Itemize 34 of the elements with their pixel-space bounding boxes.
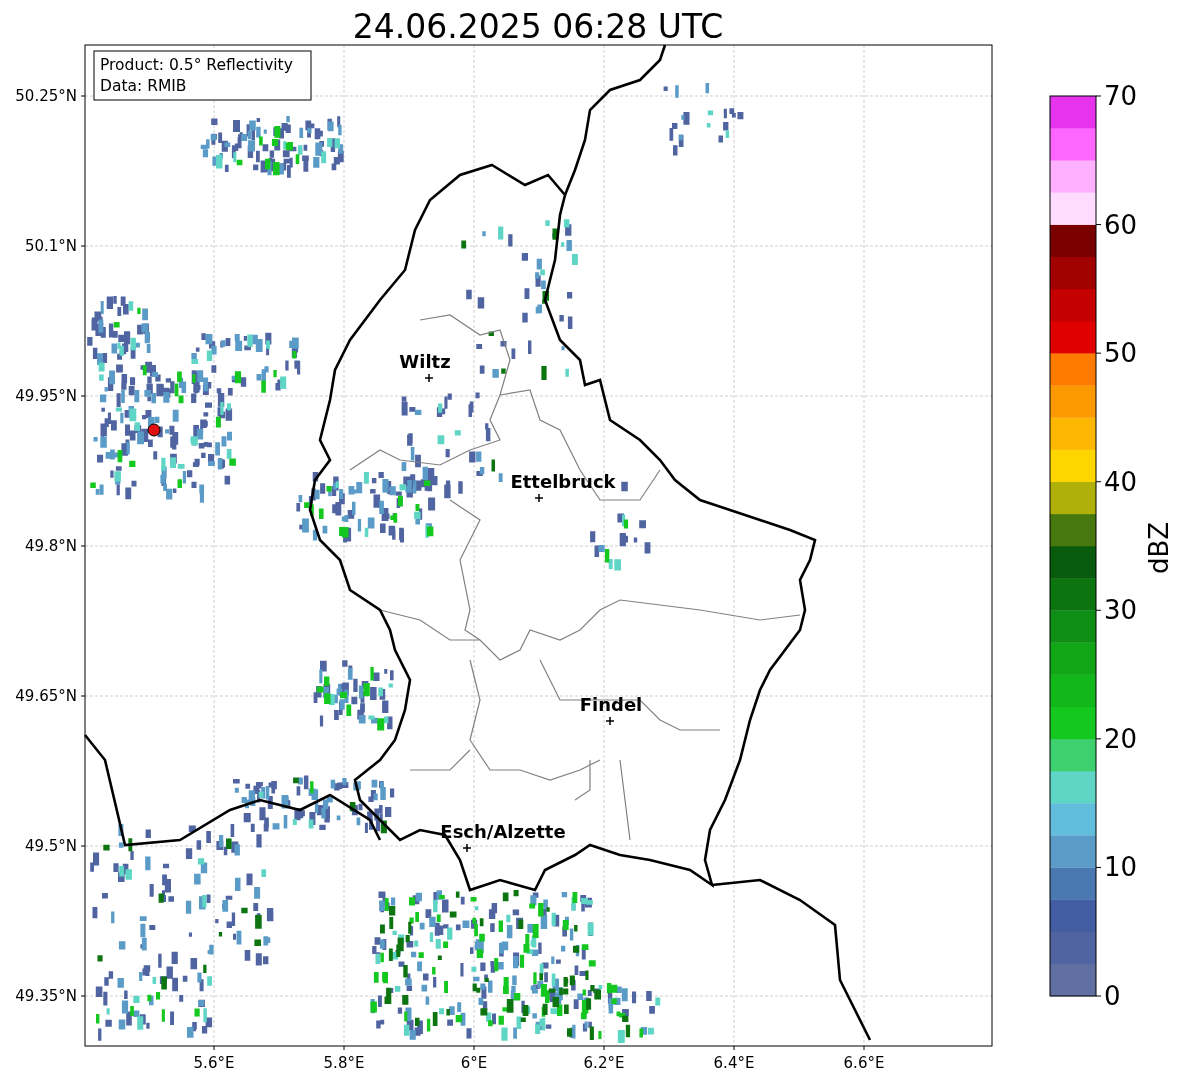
axis-tick-label: 5.8°E: [323, 1054, 365, 1072]
colorbar-tick-label: 30: [1104, 595, 1138, 626]
info-text: Product: 0.5° Reflectivity: [100, 56, 293, 74]
colorbar-tick-label: 70: [1104, 81, 1138, 111]
axis-tick-label: 5.6°E: [193, 1054, 235, 1072]
colorbar-label: dBZ: [1144, 521, 1174, 575]
axis-tick-label: 49.95°N: [15, 387, 77, 405]
colorbar-tick-label: 60: [1104, 209, 1138, 240]
colorbar-tick-label: 40: [1104, 466, 1138, 497]
axis-tick-label: 49.35°N: [15, 987, 77, 1005]
city-marker-icon: [605, 716, 615, 726]
city-marker-icon: [424, 373, 434, 383]
city-marker-icon: [534, 493, 544, 503]
city-label: Esch/Alzette: [440, 821, 566, 842]
axis-tick-label: 6.2°E: [583, 1054, 625, 1072]
colorbar-tick-label: 50: [1104, 338, 1138, 369]
axis-tick-label: 50.25°N: [15, 87, 77, 105]
colorbar-tick-label: 20: [1104, 723, 1138, 754]
axis-tick-label: 49.5°N: [24, 837, 77, 855]
axis-tick-label: 6°E: [460, 1054, 488, 1072]
axis-tick-label: 50.1°N: [24, 237, 77, 255]
colorbar-tick-label: 0: [1104, 981, 1121, 1011]
axis-tick-label: 49.65°N: [15, 687, 77, 705]
info-text: Data: RMIB: [100, 77, 187, 95]
axis-tick-label: 6.4°E: [713, 1054, 755, 1072]
city-marker-icon: [462, 843, 472, 853]
colorbar-tick-label: 10: [1104, 852, 1138, 883]
radar-site-icon: [147, 423, 161, 437]
chart-title: 24.06.2025 06:28 UTC: [352, 7, 724, 46]
city-label: Ettelbruck: [510, 471, 616, 492]
axis-tick-label: 49.8°N: [24, 537, 77, 555]
axis-tick-label: 6.6°E: [843, 1054, 885, 1072]
city-label: Wiltz: [399, 351, 451, 372]
city-label: Findel: [579, 694, 643, 715]
